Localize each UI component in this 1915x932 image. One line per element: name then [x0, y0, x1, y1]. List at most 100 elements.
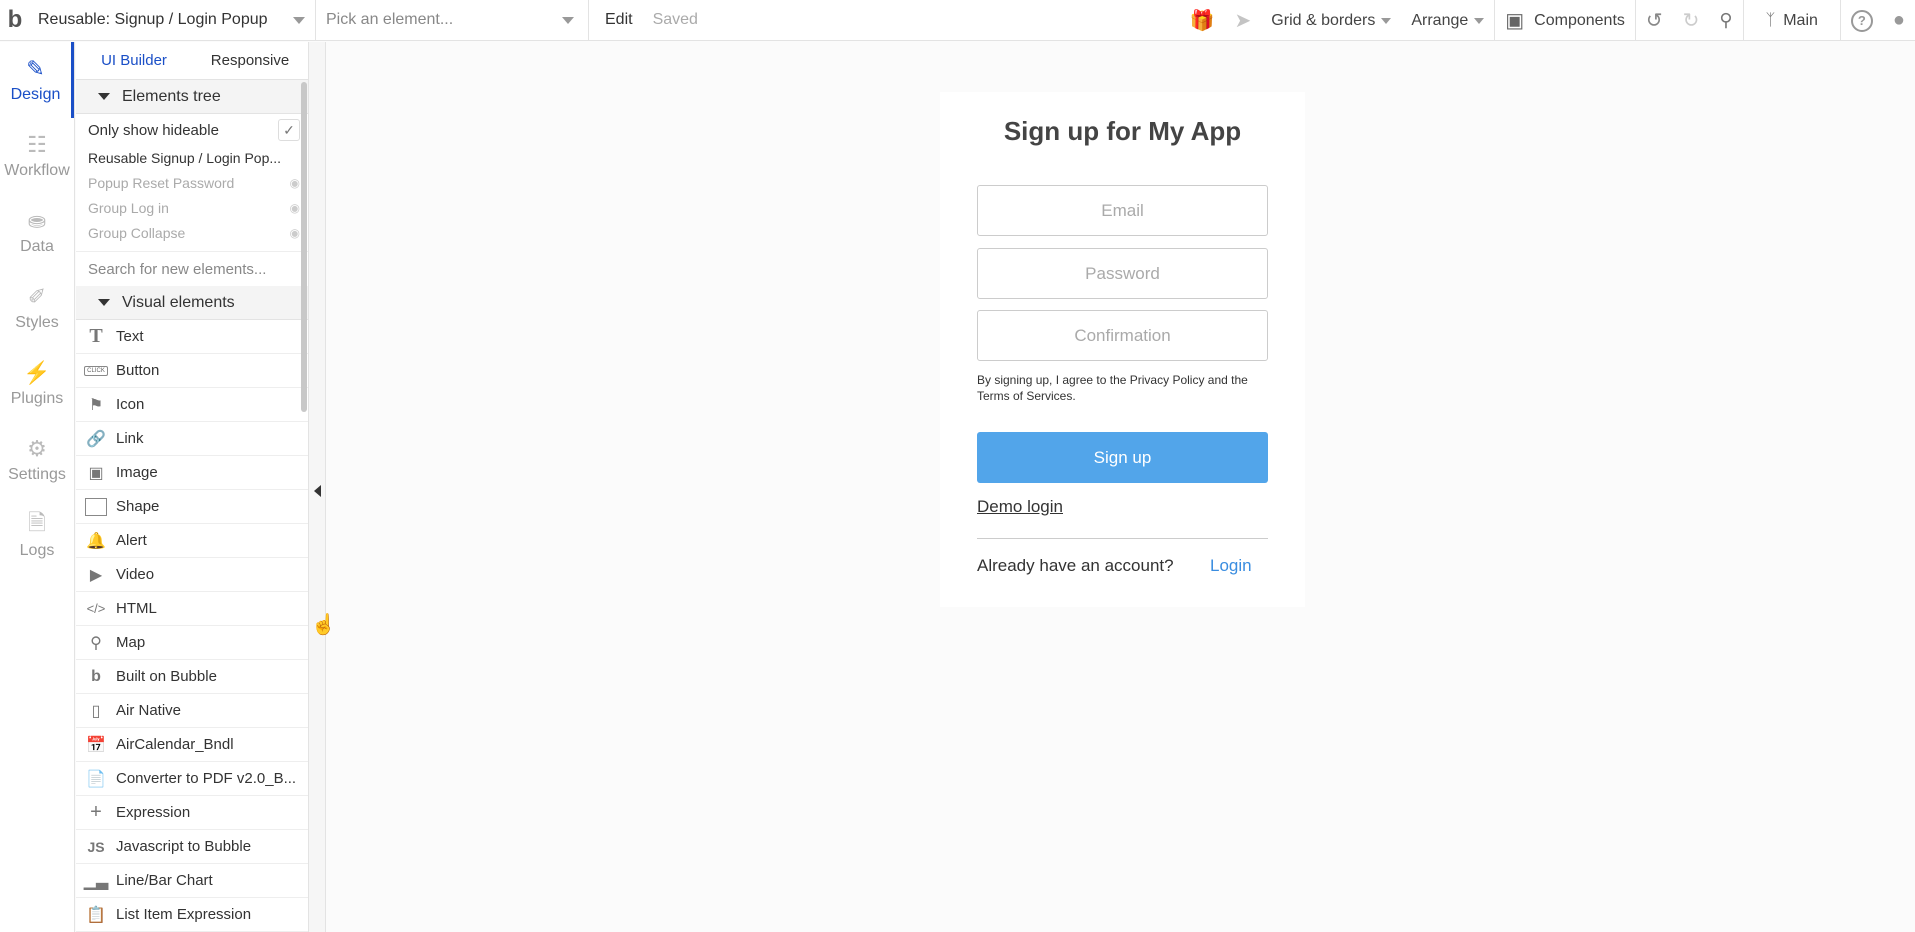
element-video[interactable]: ▶ Video	[76, 558, 308, 592]
account-icon[interactable]: ●	[1883, 0, 1915, 41]
nav-design[interactable]: ✎ Design	[0, 42, 74, 118]
cursor-arrow-icon[interactable]: ➤	[1225, 0, 1262, 41]
element-button[interactable]: CLICK Button	[76, 354, 308, 388]
tree-item[interactable]: Popup Reset Password ◉	[76, 170, 308, 195]
element-search-input[interactable]: Search for new elements...	[76, 251, 308, 286]
components-button[interactable]: ▣ Components	[1495, 0, 1635, 41]
edit-menu[interactable]: Edit	[605, 11, 633, 29]
tree-item-label: Group Collapse	[88, 224, 186, 241]
image-icon: ▣	[88, 464, 104, 482]
visual-elements-header[interactable]: Visual elements	[76, 286, 308, 320]
workflow-icon: ☷	[27, 132, 47, 157]
element-list-item-expression[interactable]: 📋 List Item Expression	[76, 898, 308, 932]
arrange-label: Arrange	[1411, 11, 1469, 29]
confirmation-input[interactable]: Confirmation	[977, 310, 1268, 361]
element-label: Shape	[116, 498, 160, 515]
logo-glyph: b	[7, 6, 23, 33]
element-label: Expression	[116, 804, 191, 821]
tree-item[interactable]: Group Collapse ◉	[76, 220, 308, 245]
nav-styles[interactable]: ✐ Styles	[0, 270, 74, 346]
ui-builder-panel: UI Builder Responsive Elements tree Only…	[76, 42, 308, 932]
password-input[interactable]: Password	[977, 248, 1268, 299]
element-icon[interactable]: ⚑ Icon	[76, 388, 308, 422]
eye-icon[interactable]: ◉	[290, 176, 300, 190]
element-air-native[interactable]: ▯ Air Native	[76, 694, 308, 728]
branch-label: Main	[1783, 11, 1818, 29]
branch-selector[interactable]: ᛉ Main	[1744, 0, 1840, 41]
nav-settings[interactable]: ⚙ Settings	[0, 422, 74, 498]
caret-down-icon	[98, 93, 110, 100]
nav-plugins[interactable]: ⚡ Plugins	[0, 346, 74, 422]
section-title: Visual elements	[122, 293, 235, 311]
terms-text[interactable]: By signing up, I agree to the Privacy Po…	[977, 372, 1268, 404]
undo-icon[interactable]: ↺	[1636, 0, 1673, 41]
tree-item[interactable]: Group Log in ◉	[76, 195, 308, 220]
brush-icon: ✐	[27, 284, 47, 309]
design-icon: ✎	[26, 56, 45, 81]
only-show-hideable-checkbox[interactable]: ✓	[278, 119, 300, 141]
nav-label: Plugins	[10, 390, 64, 407]
bubble-logo[interactable]: b	[0, 0, 30, 41]
have-account-text[interactable]: Already have an account?	[977, 556, 1174, 576]
gift-icon[interactable]: 🎁	[1180, 0, 1225, 41]
tab-responsive[interactable]: Responsive	[192, 42, 308, 79]
login-link[interactable]: Login	[1210, 556, 1252, 576]
nav-workflow[interactable]: ☷ Workflow	[0, 118, 74, 194]
nav-data[interactable]: ⛂ Data	[0, 194, 74, 270]
signup-popup-card[interactable]: Sign up for My App Email Password Confir…	[940, 92, 1305, 607]
element-picker[interactable]: Pick an element...	[316, 0, 588, 41]
element-link[interactable]: 🔗 Link	[76, 422, 308, 456]
arrange-menu[interactable]: Arrange	[1401, 0, 1494, 41]
plug-icon: ⚡	[23, 360, 51, 385]
element-map[interactable]: ⚲ Map	[76, 626, 308, 660]
element-label: Javascript to Bubble	[116, 838, 252, 855]
signup-title[interactable]: Sign up for My App	[940, 116, 1305, 147]
elements-tree-header[interactable]: Elements tree	[76, 80, 308, 114]
email-input[interactable]: Email	[977, 185, 1268, 236]
eye-icon[interactable]: ◉	[290, 226, 300, 240]
tab-ui-builder[interactable]: UI Builder	[76, 42, 192, 79]
search-icon[interactable]: ⚲	[1709, 0, 1742, 41]
page-selector[interactable]: Reusable: Signup / Login Popup	[30, 0, 315, 41]
chevron-down-icon	[562, 16, 574, 24]
saved-status: Saved	[652, 11, 698, 28]
eye-icon[interactable]: ◉	[290, 201, 300, 215]
element-built-on-bubble[interactable]: b Built on Bubble	[76, 660, 308, 694]
signup-button[interactable]: Sign up	[977, 432, 1268, 483]
grid-borders-menu[interactable]: Grid & borders	[1261, 0, 1401, 41]
element-alert[interactable]: 🔔 Alert	[76, 524, 308, 558]
element-image[interactable]: ▣ Image	[76, 456, 308, 490]
element-label: Text	[116, 328, 144, 345]
top-bar: b Reusable: Signup / Login Popup Pick an…	[0, 0, 1915, 41]
panel-collapse-rail[interactable]	[308, 42, 326, 932]
element-label: Line/Bar Chart	[116, 872, 213, 889]
element-label: Built on Bubble	[116, 668, 217, 685]
link-icon: 🔗	[86, 430, 106, 448]
database-icon: ⛂	[27, 208, 47, 233]
help-icon[interactable]: ?	[1841, 0, 1883, 41]
element-converter-pdf[interactable]: 📄 Converter to PDF v2.0_B...	[76, 762, 308, 796]
element-aircalendar[interactable]: 📅 AirCalendar_Bndl	[76, 728, 308, 762]
element-html[interactable]: </> HTML	[76, 592, 308, 626]
editor-canvas[interactable]: Sign up for My App Email Password Confir…	[327, 42, 1915, 932]
element-javascript-to-bubble[interactable]: JS Javascript to Bubble	[76, 830, 308, 864]
nav-logs[interactable]: 🗎 Logs	[0, 498, 74, 574]
element-line-bar-chart[interactable]: ▁▃ Line/Bar Chart	[76, 864, 308, 898]
branch-icon: ᛉ	[1765, 11, 1776, 29]
nav-label: Design	[10, 86, 61, 103]
nav-label: Data	[20, 238, 54, 255]
flag-icon: ⚑	[88, 396, 104, 414]
tree-root-item[interactable]: Reusable Signup / Login Pop...	[76, 146, 308, 170]
tree-item-label: Popup Reset Password	[88, 174, 235, 191]
plus-icon: +	[90, 801, 102, 823]
video-icon: ▶	[89, 566, 103, 584]
element-text[interactable]: T Text	[76, 320, 308, 354]
element-shape[interactable]: Shape	[76, 490, 308, 524]
collapse-arrow-icon[interactable]	[314, 485, 321, 497]
grid-borders-label: Grid & borders	[1271, 11, 1376, 29]
demo-login-link[interactable]: Demo login	[977, 497, 1063, 517]
redo-icon[interactable]: ↻	[1673, 0, 1710, 41]
js-icon: JS	[87, 838, 105, 855]
element-expression[interactable]: + Expression	[76, 796, 308, 830]
panel-scrollbar[interactable]	[301, 82, 307, 412]
